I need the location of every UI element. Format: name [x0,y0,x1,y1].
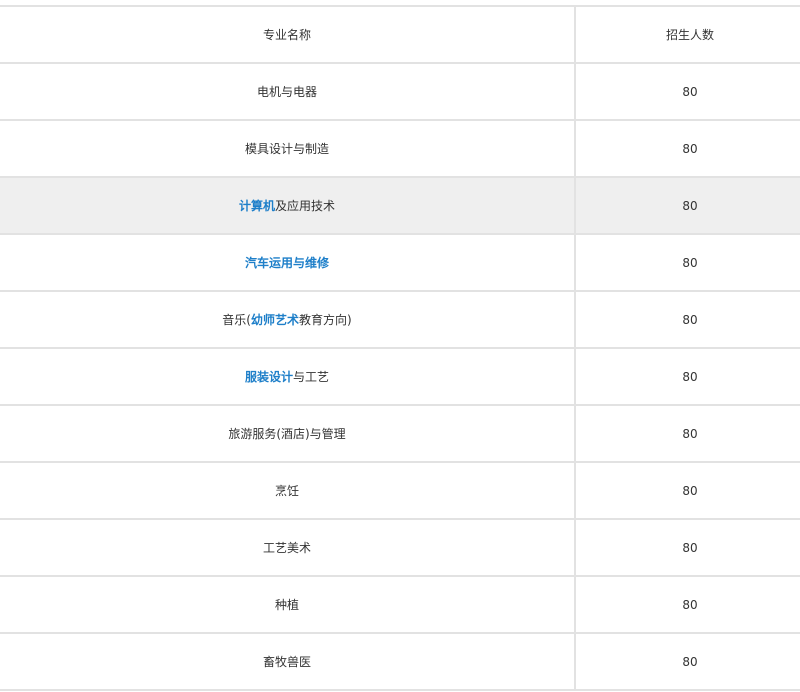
enrollment-count-cell: 80 [574,233,800,292]
enrollment-count-cell: 80 [574,176,800,235]
table-row: 电机与电器 80 [0,62,800,121]
major-name-text: 音乐( [222,313,251,327]
major-name-text: 畜牧兽医 [262,655,311,669]
major-name-link[interactable]: 服装设计 [245,370,293,384]
major-name-cell: 种植 [0,575,576,634]
table-row: 旅游服务(酒店)与管理 80 [0,404,800,463]
major-name-text: 工艺美术 [262,541,311,555]
major-name-link[interactable]: 幼师艺术 [251,313,299,327]
major-name-link[interactable]: 计算机 [239,199,275,213]
enrollment-count-cell: 80 [574,518,800,577]
header-enrollment-count: 招生人数 [574,5,800,64]
table-row: 汽车运用与维修 80 [0,233,800,292]
table-row: 烹饪 80 [0,461,800,520]
table-body: 电机与电器 80 模具设计与制造 80 计算机及应用技术 80 汽车运用与维修 80 音乐(幼师… [0,62,800,691]
enrollment-count-cell: 80 [574,461,800,520]
table-header-row: 专业名称 招生人数 [0,5,800,64]
major-name-cell: 汽车运用与维修 [0,233,576,292]
major-name-text: 及应用技术 [275,199,336,213]
enrollment-count-cell: 80 [574,347,800,406]
enrollment-count-cell: 80 [574,290,800,349]
major-name-cell: 烹饪 [0,461,576,520]
major-name-cell: 工艺美术 [0,518,576,577]
header-major-name: 专业名称 [0,5,576,64]
major-name-text: 教育方向) [299,313,352,327]
table-row: 服装设计与工艺 80 [0,347,800,406]
major-name-text: 旅游服务(酒店)与管理 [228,427,346,441]
enrollment-count-cell: 80 [574,119,800,178]
table-row: 模具设计与制造 80 [0,119,800,178]
enrollment-count-cell: 80 [574,62,800,121]
enrollment-count-cell: 80 [574,404,800,463]
table-row: 种植 80 [0,575,800,634]
enrollment-count-cell: 80 [574,575,800,634]
major-name-text: 电机与电器 [256,85,317,99]
major-name-cell: 计算机及应用技术 [0,176,576,235]
major-name-cell: 畜牧兽医 [0,632,576,691]
major-name-text: 与工艺 [293,370,330,384]
major-name-link[interactable]: 汽车运用与维修 [245,256,329,270]
table-row: 工艺美术 80 [0,518,800,577]
major-name-text: 种植 [274,598,299,612]
majors-enrollment-table: 专业名称 招生人数 电机与电器 80 模具设计与制造 80 计算机及应用技术 80 汽车运用… [0,5,800,691]
major-name-text: 烹饪 [274,484,299,498]
major-name-cell: 服装设计与工艺 [0,347,576,406]
table-row: 计算机及应用技术 80 [0,176,800,235]
major-name-cell: 电机与电器 [0,62,576,121]
major-name-cell: 模具设计与制造 [0,119,576,178]
enrollment-count-cell: 80 [574,632,800,691]
major-name-text: 模具设计与制造 [244,142,329,156]
major-name-cell: 旅游服务(酒店)与管理 [0,404,576,463]
page: 专业名称 招生人数 电机与电器 80 模具设计与制造 80 计算机及应用技术 80 汽车运用… [0,0,800,692]
table-row: 畜牧兽医 80 [0,632,800,691]
major-name-cell: 音乐(幼师艺术教育方向) [0,290,576,349]
table-row: 音乐(幼师艺术教育方向) 80 [0,290,800,349]
